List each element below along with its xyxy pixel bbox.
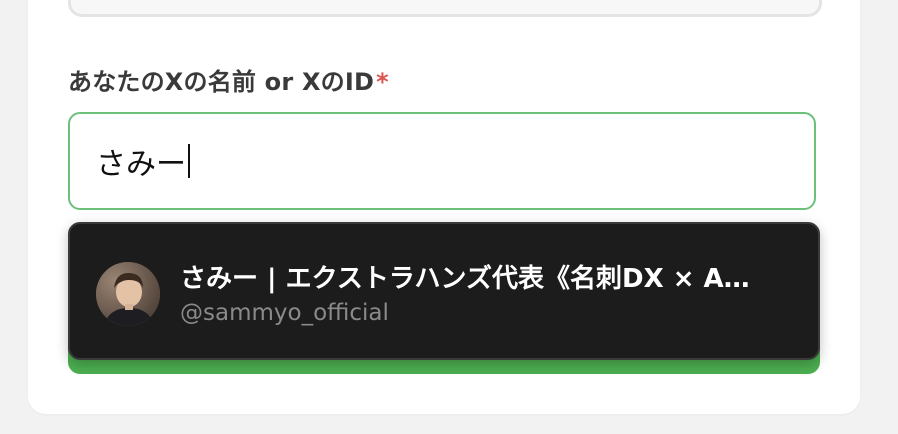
required-asterisk: *: [376, 68, 389, 96]
field-label-text: あなたのXの名前 or XのID: [68, 68, 375, 96]
previous-input-field[interactable]: [68, 0, 822, 17]
x-name-field-label: あなたのXの名前 or XのID*: [68, 62, 389, 97]
user-avatar-icon: [96, 262, 160, 326]
account-suggestion-popup: さみー | エクストラハンズ代表《名刺DX × A… @sammyo_offic…: [68, 222, 820, 360]
suggestion-display-name: さみー | エクストラハンズ代表《名刺DX × A…: [180, 264, 750, 294]
suggestion-item[interactable]: さみー | エクストラハンズ代表《名刺DX × A… @sammyo_offic…: [70, 224, 818, 358]
suggestion-handle: @sammyo_official: [180, 300, 389, 326]
input-value: さみー: [96, 147, 186, 182]
text-caret: [188, 144, 190, 178]
x-name-input[interactable]: さみー: [68, 112, 816, 210]
